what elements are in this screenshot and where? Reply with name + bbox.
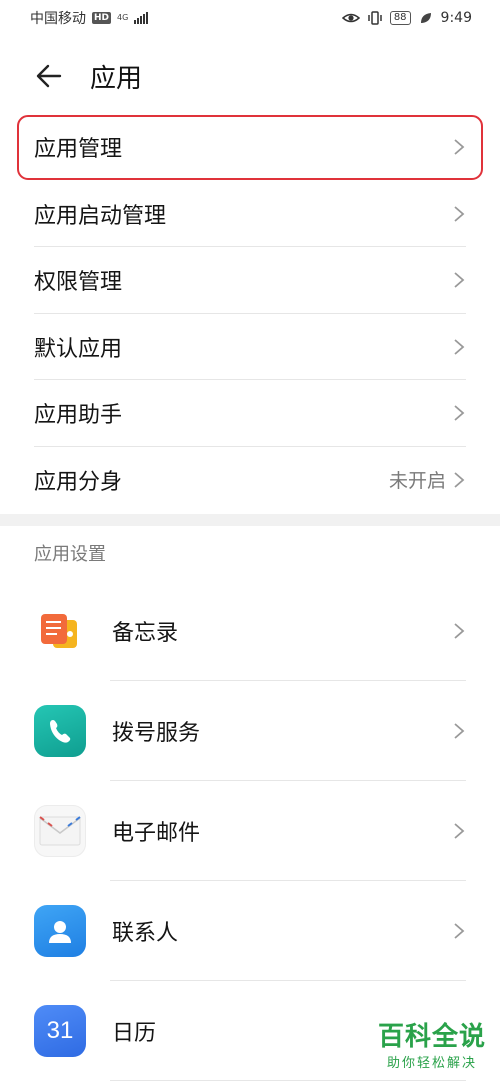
menu-item-app-twin[interactable]: 应用分身 未开启: [0, 447, 500, 514]
app-menu-list: 应用管理 应用启动管理 权限管理 默认应用 应用助手 应用分身 未开启: [0, 114, 500, 513]
menu-item-app-launch-management[interactable]: 应用启动管理: [0, 181, 500, 248]
status-left: 中国移动 HD 4G: [30, 8, 149, 28]
page-title: 应用: [90, 63, 143, 94]
chevron-right-icon: [454, 723, 465, 739]
app-item-label: 拨号服务: [112, 721, 201, 746]
network-type: 4G: [117, 14, 128, 22]
chevron-right-icon: [454, 405, 465, 421]
status-bar: 中国移动 HD 4G 88 9:49: [0, 0, 500, 36]
section-title-app-settings: 应用设置: [34, 544, 106, 565]
app-item-contacts[interactable]: 联系人: [0, 881, 500, 981]
app-item-label: 联系人: [112, 921, 179, 946]
watermark-logo: 百科全说 助你轻松解决: [378, 1022, 486, 1071]
mail-icon: [34, 805, 86, 857]
menu-item-label: 权限管理: [34, 270, 123, 296]
hd-badge: HD: [92, 12, 112, 24]
contacts-icon: [34, 905, 86, 957]
app-item-memo[interactable]: 备忘录: [0, 581, 500, 681]
chevron-right-icon: [454, 272, 465, 288]
calendar-icon: 31: [34, 1005, 86, 1057]
watermark-title: 百科全说: [377, 1022, 486, 1052]
app-item-label: 备忘录: [112, 621, 179, 646]
memo-icon: [34, 605, 86, 657]
arrow-left-icon[interactable]: [34, 61, 64, 91]
vibrate-icon: [368, 11, 382, 25]
battery-icon: 88: [389, 11, 411, 25]
phone-icon: [34, 705, 86, 757]
signal-icon: [134, 12, 149, 24]
app-item-dialer[interactable]: 拨号服务: [0, 681, 500, 781]
chevron-right-icon: [454, 339, 465, 355]
menu-item-label: 应用启动管理: [34, 203, 167, 229]
app-settings-list: 备忘录 拨号服务 电子邮件 联系人 31 日历: [0, 581, 500, 1081]
chevron-right-icon: [454, 923, 465, 939]
network-top: 4G: [117, 13, 129, 22]
power-saving-icon: [420, 13, 431, 23]
app-header: 应用: [0, 46, 500, 106]
menu-item-label: 应用助手: [34, 403, 123, 429]
app-item-label: 电子邮件: [112, 821, 201, 846]
menu-item-label: 应用管理: [34, 137, 123, 163]
app-twin-status: 未开启: [388, 470, 446, 493]
chevron-right-icon: [454, 623, 465, 639]
clock: 9:49: [440, 10, 472, 26]
chevron-right-icon: [454, 139, 465, 155]
app-item-email[interactable]: 电子邮件: [0, 781, 500, 881]
menu-item-label: 应用分身: [34, 469, 123, 495]
carrier-label: 中国移动: [30, 11, 86, 27]
section-divider: [0, 514, 500, 526]
chevron-right-icon: [454, 206, 465, 222]
menu-item-default-apps[interactable]: 默认应用: [0, 314, 500, 381]
menu-item-app-management[interactable]: 应用管理: [16, 114, 484, 181]
menu-item-permission-management[interactable]: 权限管理: [0, 247, 500, 314]
menu-item-label: 默认应用: [34, 336, 123, 362]
status-right: 88 9:49: [341, 10, 472, 26]
chevron-right-icon: [454, 472, 465, 488]
eye-comfort-icon: [341, 13, 360, 23]
watermark-subtitle: 助你轻松解决: [386, 1056, 477, 1071]
menu-item-app-assistant[interactable]: 应用助手: [0, 380, 500, 447]
chevron-right-icon: [454, 823, 465, 839]
